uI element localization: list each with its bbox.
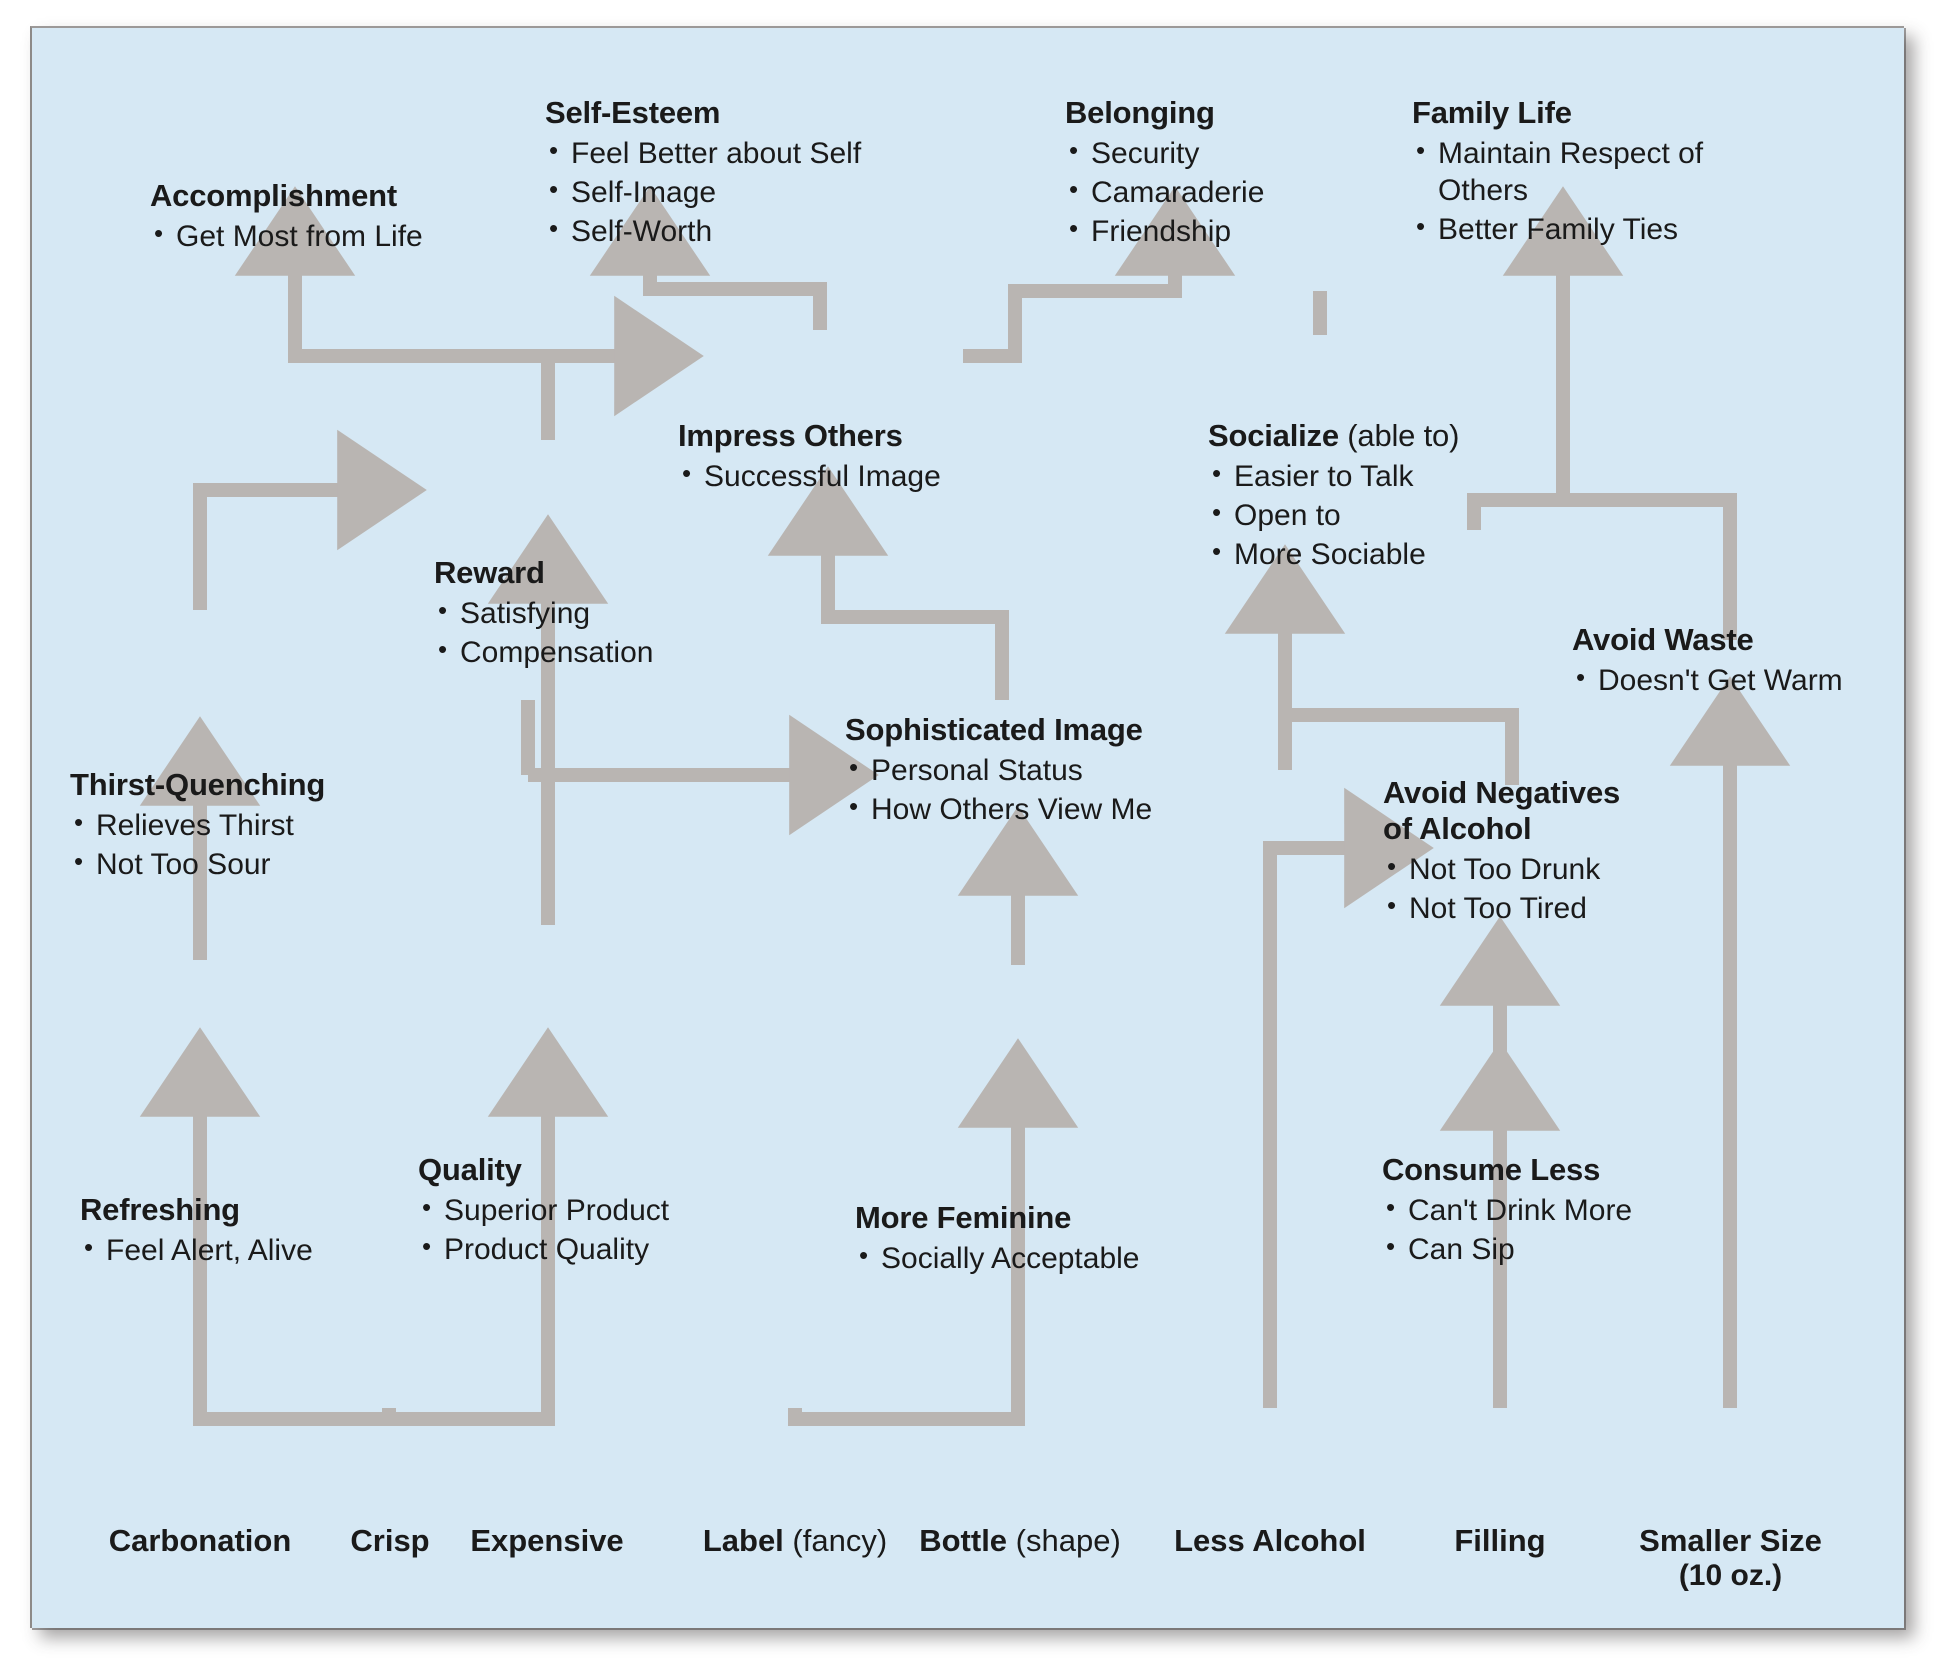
node-heading: Consume Less	[1382, 1152, 1601, 1187]
bullet: Compensation	[434, 633, 653, 671]
bullet: How Others View Me	[845, 790, 1152, 828]
node-bullets: Relieves Thirst Not Too Sour	[70, 806, 325, 883]
base-sub: (fancy)	[783, 1523, 888, 1558]
base-label: Less Alcohol	[1174, 1523, 1366, 1558]
bullet: Superior Product	[418, 1191, 669, 1229]
node-family-life[interactable]: Family Life Maintain Respect of Others B…	[1412, 95, 1742, 249]
node-reward[interactable]: Reward Satisfying Compensation	[434, 555, 653, 671]
bullet: Self-Image	[545, 173, 861, 211]
node-heading: Accomplishment	[150, 178, 397, 213]
node-heading: Avoid Waste	[1572, 622, 1754, 657]
bullet: Feel Alert, Alive	[80, 1231, 313, 1269]
node-heading: Thirst-Quenching	[70, 767, 326, 802]
bullet: More Sociable	[1208, 535, 1459, 573]
base-label: Bottle	[919, 1523, 1008, 1558]
node-heading: Sophisticated Image	[845, 712, 1143, 747]
base-carbonation[interactable]: Carbonation	[100, 1523, 300, 1559]
bullet: Can Sip	[1382, 1230, 1632, 1268]
node-bullets: Feel Better about Self Self-Image Self-W…	[545, 134, 861, 251]
node-heading-sub: (able to)	[1338, 418, 1460, 453]
base-label: Filling	[1454, 1523, 1546, 1558]
node-heading: Quality	[418, 1152, 522, 1187]
bullet: Open to	[1208, 496, 1459, 534]
bullet: Friendship	[1065, 212, 1264, 250]
bullet: Better Family Ties	[1412, 210, 1742, 248]
node-bullets: Successful Image	[678, 457, 941, 495]
base-crisp[interactable]: Crisp	[330, 1523, 450, 1559]
node-bullets: Socially Acceptable	[855, 1239, 1140, 1277]
node-heading: Reward	[434, 555, 545, 590]
base-expensive[interactable]: Expensive	[452, 1523, 642, 1559]
bullet: Camaraderie	[1065, 173, 1264, 211]
node-socialize[interactable]: Socialize (able to) Easier to Talk Open …	[1208, 418, 1459, 574]
bullet: Self-Worth	[545, 212, 861, 250]
node-impress-others[interactable]: Impress Others Successful Image	[678, 418, 941, 495]
node-heading-line2: of Alcohol	[1383, 810, 1532, 846]
node-heading: Avoid Negatives	[1383, 775, 1621, 810]
node-accomplishment[interactable]: Accomplishment Get Most from Life	[150, 178, 423, 255]
node-heading: Impress Others	[678, 418, 903, 453]
node-heading: Refreshing	[80, 1192, 240, 1227]
base-label: Label	[702, 1523, 784, 1558]
node-bullets: Satisfying Compensation	[434, 594, 653, 671]
bullet: Socially Acceptable	[855, 1239, 1140, 1277]
bullet: Product Quality	[418, 1230, 669, 1268]
node-bullets: Get Most from Life	[150, 217, 423, 255]
bullet: Successful Image	[678, 457, 941, 495]
bullet: Relieves Thirst	[70, 806, 325, 844]
bullet: Not Too Sour	[70, 845, 325, 883]
node-bullets: Doesn't Get Warm	[1572, 661, 1843, 699]
bullet: Easier to Talk	[1208, 457, 1459, 495]
node-avoid-waste[interactable]: Avoid Waste Doesn't Get Warm	[1572, 622, 1843, 699]
base-bottle-shape[interactable]: Bottle (shape)	[900, 1523, 1140, 1559]
node-bullets: Not Too Drunk Not Too Tired	[1383, 850, 1620, 927]
base-label: Smaller Size	[1639, 1523, 1822, 1558]
base-label-fancy[interactable]: Label (fancy)	[680, 1523, 910, 1559]
base-label: Carbonation	[108, 1523, 292, 1558]
node-bullets: Security Camaraderie Friendship	[1065, 134, 1264, 251]
base-label-line2: (10 oz.)	[1678, 1559, 1783, 1592]
node-bullets: Feel Alert, Alive	[80, 1231, 313, 1269]
node-self-esteem[interactable]: Self-Esteem Feel Better about Self Self-…	[545, 95, 861, 251]
node-heading: More Feminine	[855, 1200, 1072, 1235]
bullet: Satisfying	[434, 594, 653, 632]
node-bullets: Maintain Respect of Others Better Family…	[1412, 134, 1742, 249]
node-belonging[interactable]: Belonging Security Camaraderie Friendshi…	[1065, 95, 1264, 251]
base-sub: (shape)	[1007, 1523, 1121, 1558]
base-label: Expensive	[470, 1523, 624, 1558]
base-filling[interactable]: Filling	[1420, 1523, 1580, 1559]
bullet: Personal Status	[845, 751, 1152, 789]
node-heading: Socialize (able to)	[1208, 418, 1459, 454]
node-thirst-quenching[interactable]: Thirst-Quenching Relieves Thirst Not Too…	[70, 767, 325, 883]
node-bullets: Superior Product Product Quality	[418, 1191, 669, 1268]
base-label: Crisp	[350, 1523, 430, 1558]
bullet: Maintain Respect of Others	[1412, 134, 1742, 209]
node-heading: Self-Esteem	[545, 95, 721, 130]
node-sophisticated-image[interactable]: Sophisticated Image Personal Status How …	[845, 712, 1152, 828]
node-consume-less[interactable]: Consume Less Can't Drink More Can Sip	[1382, 1152, 1632, 1268]
node-bullets: Easier to Talk Open to More Sociable	[1208, 457, 1459, 574]
node-refreshing[interactable]: Refreshing Feel Alert, Alive	[80, 1192, 313, 1269]
bullet: Security	[1065, 134, 1264, 172]
node-bullets: Personal Status How Others View Me	[845, 751, 1152, 828]
diagram-canvas: Accomplishment Get Most from Life Self-E…	[0, 0, 1942, 1663]
bullet: Feel Better about Self	[545, 134, 861, 172]
bullet: Get Most from Life	[150, 217, 423, 255]
node-bullets: Can't Drink More Can Sip	[1382, 1191, 1632, 1268]
bullet: Doesn't Get Warm	[1572, 661, 1843, 699]
node-heading-main: Socialize	[1208, 418, 1339, 453]
bullet: Can't Drink More	[1382, 1191, 1632, 1229]
base-less-alcohol[interactable]: Less Alcohol	[1155, 1523, 1385, 1559]
node-more-feminine[interactable]: More Feminine Socially Acceptable	[855, 1200, 1140, 1277]
node-heading: Family Life	[1412, 95, 1572, 130]
node-heading: Belonging	[1065, 95, 1215, 130]
bullet: Not Too Drunk	[1383, 850, 1620, 888]
node-quality[interactable]: Quality Superior Product Product Quality	[418, 1152, 669, 1268]
bullet: Not Too Tired	[1383, 889, 1620, 927]
node-avoid-negatives[interactable]: Avoid Negatives of Alcohol Not Too Drunk…	[1383, 775, 1620, 927]
base-smaller-size[interactable]: Smaller Size (10 oz.)	[1608, 1523, 1853, 1593]
